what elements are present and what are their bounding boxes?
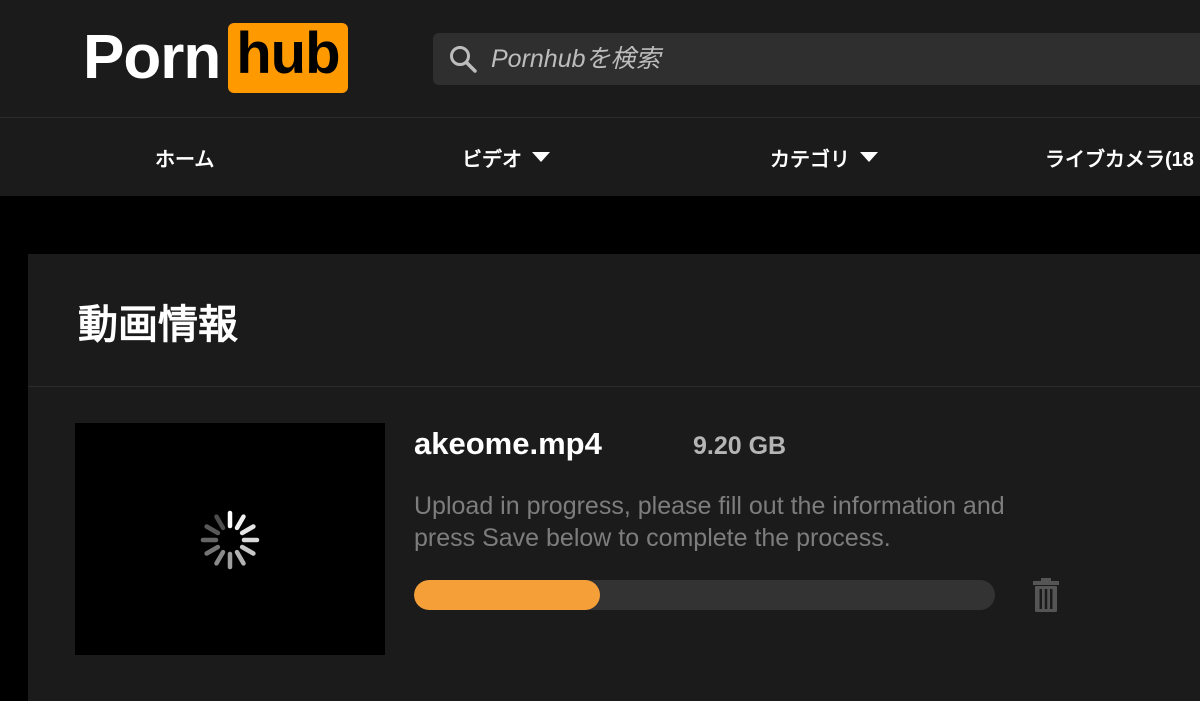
file-name: akeome.mp4 xyxy=(414,426,602,461)
video-info-panel: 動画情報 akeome.mp4 9.20 GB Upload in progre… xyxy=(28,254,1200,701)
main-nav: ホーム ビデオ カテゴリ ライブカメラ(18 xyxy=(0,118,1200,196)
nav-item-categories[interactable]: カテゴリ xyxy=(770,118,878,196)
chevron-down-icon xyxy=(860,152,878,162)
nav-item-label: カテゴリ xyxy=(770,148,850,171)
nav-item-label: ライブカメラ(18 xyxy=(1045,148,1194,171)
page-title: 動画情報 xyxy=(78,303,238,347)
search-icon[interactable] xyxy=(448,44,478,74)
file-size: 9.20 GB xyxy=(693,432,787,460)
search-bar[interactable] xyxy=(433,33,1200,85)
chevron-down-icon xyxy=(532,152,550,162)
site-logo[interactable]: Porn hub xyxy=(83,20,348,96)
logo-text-left: Porn xyxy=(83,23,221,92)
video-thumbnail xyxy=(75,423,385,655)
nav-item-home[interactable]: ホーム xyxy=(155,118,214,196)
upload-progress-fill xyxy=(414,580,600,610)
trash-icon[interactable] xyxy=(1032,578,1060,612)
nav-item-videos[interactable]: ビデオ xyxy=(462,118,550,196)
upload-status-message: Upload in progress, please fill out the … xyxy=(414,492,1005,552)
logo-text-right: hub xyxy=(228,23,348,93)
nav-item-live-cams[interactable]: ライブカメラ(18 xyxy=(1045,118,1194,196)
nav-item-label: ホーム xyxy=(155,148,215,171)
search-input[interactable] xyxy=(491,44,1091,74)
nav-item-label: ビデオ xyxy=(462,148,522,171)
loading-spinner-icon xyxy=(200,510,260,570)
upload-progress-bar xyxy=(414,580,995,610)
site-header: Porn hub xyxy=(0,0,1200,118)
divider xyxy=(28,386,1200,387)
